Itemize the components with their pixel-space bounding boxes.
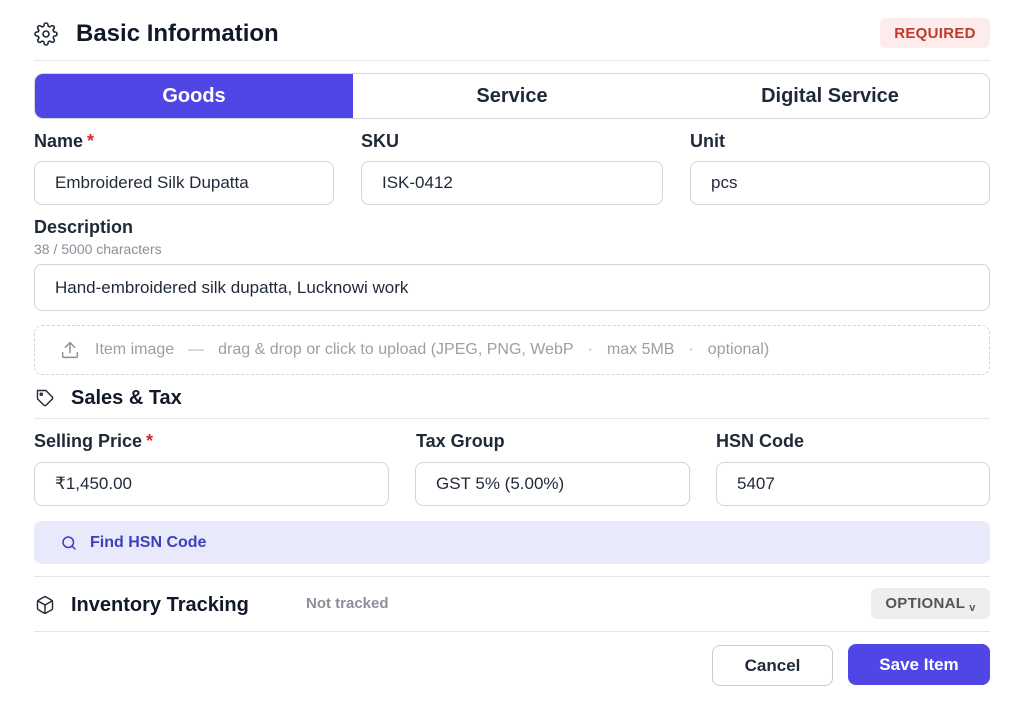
description-label: Description bbox=[34, 217, 134, 237]
upload-optional: optional) bbox=[707, 341, 770, 358]
section-title-sales-tax: Sales & Tax bbox=[71, 387, 182, 409]
required-asterisk: * bbox=[146, 431, 154, 451]
divider bbox=[34, 60, 990, 61]
upload-icon bbox=[59, 339, 81, 361]
sku-input[interactable]: ISK-0412 bbox=[361, 161, 663, 205]
upload-label: Item image bbox=[95, 341, 175, 358]
optional-badge-label: OPTIONAL bbox=[885, 595, 966, 612]
divider bbox=[34, 576, 990, 577]
hsn-code-input[interactable]: 5407 bbox=[716, 462, 990, 506]
item-image-dropzone[interactable]: Item image — drag & drop or click to upl… bbox=[34, 325, 990, 375]
gear-icon bbox=[34, 22, 58, 46]
box-icon bbox=[35, 595, 55, 615]
required-badge: REQUIRED bbox=[880, 18, 990, 48]
find-hsn-code-label: Find HSN Code bbox=[90, 533, 207, 551]
cancel-button[interactable]: Cancel bbox=[712, 645, 833, 686]
sku-label: SKU bbox=[361, 131, 400, 151]
upload-separator: · bbox=[688, 341, 694, 358]
optional-toggle[interactable]: OPTIONAL v bbox=[871, 588, 990, 619]
tax-group-select[interactable]: GST 5% (5.00%) bbox=[415, 462, 690, 506]
chevron-down-icon: v bbox=[969, 601, 976, 614]
upload-instructions: drag & drop or click to upload (JPEG, PN… bbox=[218, 341, 574, 358]
unit-label: Unit bbox=[690, 131, 725, 151]
unit-input[interactable]: pcs bbox=[690, 161, 990, 205]
inventory-status: Not tracked bbox=[306, 595, 389, 612]
tax-group-label: Tax Group bbox=[416, 431, 505, 451]
tag-icon bbox=[35, 388, 55, 408]
section-title-inventory-tracking: Inventory Tracking bbox=[71, 594, 249, 616]
selling-price-label: Selling Price * bbox=[34, 431, 153, 452]
save-item-button[interactable]: Save Item bbox=[848, 644, 990, 685]
name-label-text: Name bbox=[34, 131, 84, 151]
tab-service[interactable]: Service bbox=[353, 74, 671, 118]
selling-price-label-text: Selling Price bbox=[34, 431, 143, 451]
tab-digital-service[interactable]: Digital Service bbox=[671, 74, 989, 118]
description-char-counter: 38 / 5000 characters bbox=[34, 241, 162, 257]
description-input[interactable]: Hand-embroidered silk dupatta, Lucknowi … bbox=[34, 264, 990, 311]
name-input[interactable]: Embroidered Silk Dupatta bbox=[34, 161, 334, 205]
selling-price-input[interactable]: ₹1,450.00 bbox=[34, 462, 389, 506]
hsn-code-label: HSN Code bbox=[716, 431, 805, 451]
upload-dash: — bbox=[188, 341, 205, 358]
section-title-basic-information: Basic Information bbox=[76, 20, 279, 47]
divider bbox=[34, 418, 990, 419]
item-type-tabs: Goods Service Digital Service bbox=[34, 73, 990, 119]
tab-goods[interactable]: Goods bbox=[35, 74, 353, 118]
upload-max-size: max 5MB bbox=[606, 341, 675, 358]
find-hsn-code-button[interactable]: Find HSN Code bbox=[34, 521, 990, 564]
divider bbox=[34, 631, 990, 632]
upload-separator: · bbox=[587, 341, 593, 358]
search-icon bbox=[60, 534, 78, 552]
name-label: Name * bbox=[34, 131, 94, 152]
required-asterisk: * bbox=[87, 131, 95, 151]
